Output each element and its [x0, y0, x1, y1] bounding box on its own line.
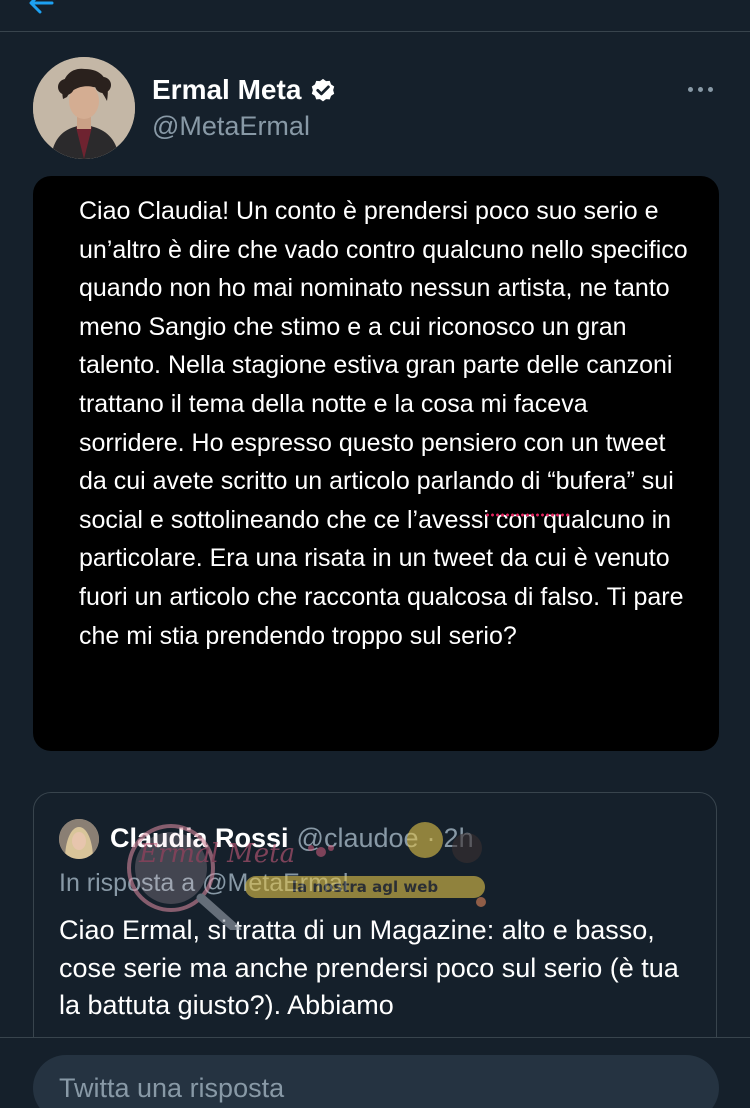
author-handle[interactable]: @MetaErmal [152, 111, 310, 142]
quoted-author-handle: @claudoe [296, 823, 419, 853]
more-horizontal-icon [687, 86, 693, 92]
quoted-author-name: Claudia Rossi [110, 823, 289, 853]
top-bar [0, 0, 750, 31]
tweet-image-card[interactable]: Ciao Claudia! Un conto è prendersi poco … [33, 176, 719, 751]
tweet-image-text: Ciao Claudia! Un conto è prendersi poco … [79, 197, 688, 650]
reply-context: In risposta a @MetaErmal [59, 869, 348, 898]
top-divider [0, 31, 750, 32]
quoted-tweet-header: Claudia Rossi @claudoe · 2h [110, 823, 474, 857]
quoted-tweet-text: Ciao Ermal, si tratta di un Magazine: al… [59, 915, 679, 1020]
author-name-row: Ermal Meta [152, 72, 337, 108]
author-name[interactable]: Ermal Meta [152, 74, 301, 106]
quoted-separator: · [426, 823, 436, 853]
reply-context-mention[interactable]: @MetaErmal [202, 869, 348, 897]
verified-badge-icon [312, 78, 335, 102]
more-options-button[interactable] [680, 78, 720, 100]
arrow-left-icon[interactable] [28, 0, 54, 16]
more-dot [697, 86, 703, 92]
quoted-author-avatar [59, 819, 99, 859]
more-dot [707, 86, 713, 92]
reply-input[interactable] [33, 1055, 719, 1108]
spellcheck-underline [485, 513, 571, 517]
quoted-timestamp: 2h [443, 823, 474, 853]
author-avatar[interactable] [33, 57, 135, 159]
tweet-detail-screen: Ermal Meta @MetaErmal Ciao Claudia! Un c… [0, 0, 750, 1108]
reply-context-prefix: In risposta a [59, 869, 196, 897]
